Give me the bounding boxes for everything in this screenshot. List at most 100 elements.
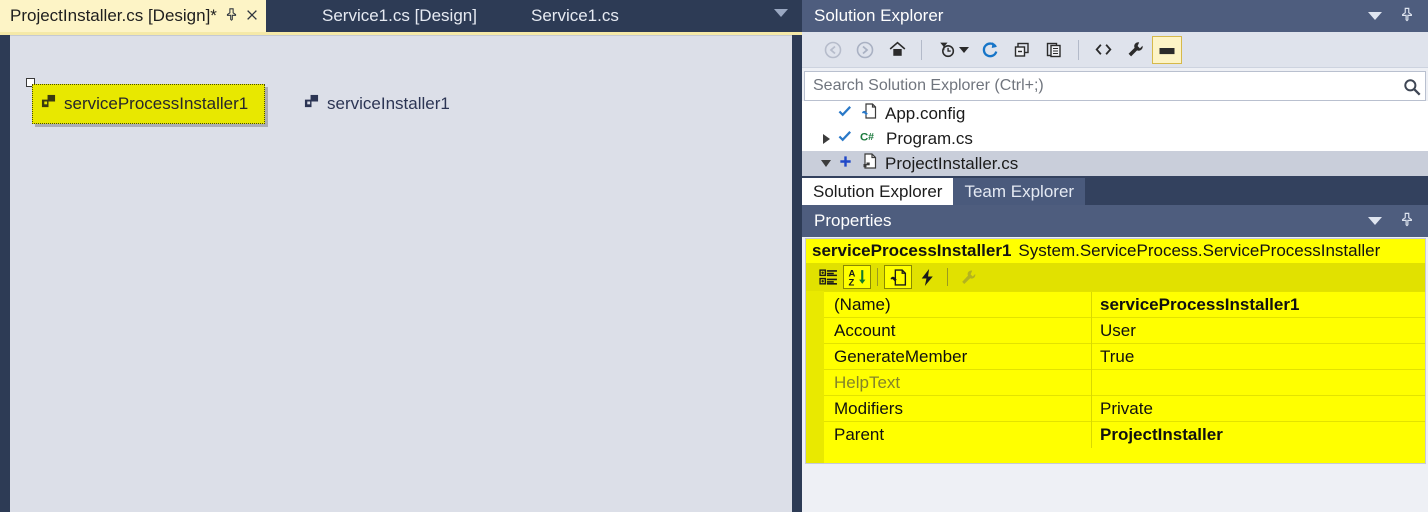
search-icon[interactable]	[1401, 76, 1423, 103]
back-button[interactable]	[818, 36, 848, 64]
refresh-button[interactable]	[975, 36, 1005, 64]
search-placeholder: Search Solution Explorer (Ctrl+;)	[813, 77, 1044, 94]
show-all-files-button[interactable]	[1039, 36, 1069, 64]
property-value[interactable]	[1091, 369, 1425, 396]
pin-icon[interactable]	[1394, 212, 1420, 230]
search-solution-explorer-box[interactable]: Search Solution Explorer (Ctrl+;)	[804, 71, 1426, 101]
events-view-button[interactable]	[913, 265, 941, 289]
installer-file-icon	[860, 152, 878, 175]
tree-item-label: App.config	[885, 103, 966, 123]
collapse-all-button[interactable]	[1007, 36, 1037, 64]
properties-grid[interactable]: (Name) serviceProcessInstaller1 Account …	[805, 291, 1426, 464]
design-component-serviceprocessinstaller1[interactable]: serviceProcessInstaller1	[32, 84, 266, 124]
chevron-down-icon[interactable]	[1368, 12, 1382, 20]
property-name: Account	[834, 320, 896, 340]
component-icon	[41, 94, 56, 114]
categorized-button[interactable]	[814, 265, 842, 289]
tab-service1-code[interactable]: Service1.cs	[521, 0, 629, 32]
checkmark-icon	[838, 129, 853, 149]
properties-view-button[interactable]	[884, 265, 912, 289]
solution-explorer-toolbar	[802, 32, 1428, 68]
tab-label: Service1.cs [Design]	[322, 6, 477, 25]
forward-button[interactable]	[850, 36, 880, 64]
property-value[interactable]: True	[1091, 343, 1425, 370]
tree-item-projectinstaller-cs[interactable]: ProjectInstaller.cs	[802, 151, 1428, 176]
properties-object-type: System.ServiceProcess.ServiceProcessInst…	[1018, 241, 1381, 260]
properties-object-name: serviceProcessInstaller1	[812, 241, 1012, 260]
tree-item-label: Program.cs	[886, 128, 973, 148]
property-value[interactable]: Private	[1091, 395, 1425, 422]
alphabetical-button[interactable]: A Z	[843, 265, 871, 289]
csharp-file-icon: C #	[860, 128, 879, 149]
solution-explorer-title: Solution Explorer	[814, 6, 944, 25]
tree-expander[interactable]	[818, 160, 834, 167]
chevron-down-icon[interactable]	[774, 9, 788, 17]
solution-explorer-tree[interactable]: App.config C # Program.cs ProjectInstall…	[802, 101, 1428, 176]
tab-solution-explorer[interactable]: Solution Explorer	[802, 178, 954, 205]
tab-service1-design[interactable]: Service1.cs [Design]	[312, 0, 487, 32]
toolbar-separator	[921, 39, 922, 60]
properties-object-selector[interactable]: serviceProcessInstaller1 System.ServiceP…	[805, 238, 1426, 263]
pending-changes-filter-button[interactable]	[931, 36, 961, 64]
component-label: serviceInstaller1	[327, 94, 450, 113]
property-row-modifiers[interactable]: Modifiers Private	[806, 395, 1425, 422]
designer-left-gutter	[0, 35, 10, 512]
property-row-helptext[interactable]: HelpText	[806, 369, 1425, 396]
designer-surface[interactable]: serviceProcessInstaller1 serviceInstalle…	[10, 35, 792, 512]
design-component-serviceinstaller1[interactable]: serviceInstaller1	[302, 91, 450, 117]
property-name: (Name)	[834, 294, 891, 314]
property-row-name[interactable]: (Name) serviceProcessInstaller1	[806, 291, 1425, 318]
chevron-down-icon[interactable]	[959, 46, 969, 53]
property-value[interactable]: User	[1091, 317, 1425, 344]
tree-expander[interactable]	[818, 133, 834, 144]
property-name: Parent	[834, 424, 885, 444]
property-row-generatemember[interactable]: GenerateMember True	[806, 343, 1425, 370]
pin-icon[interactable]	[1394, 7, 1420, 25]
close-icon[interactable]	[245, 8, 259, 25]
designer-right-edge	[792, 35, 802, 512]
svg-text:Z: Z	[848, 277, 854, 287]
toolbar-separator	[1078, 39, 1079, 60]
pin-icon[interactable]	[225, 8, 238, 24]
property-value[interactable]: ProjectInstaller	[1091, 421, 1425, 448]
tree-item-app-config[interactable]: App.config	[802, 101, 1428, 126]
tab-team-explorer[interactable]: Team Explorer	[953, 178, 1086, 205]
properties-header: Properties	[802, 205, 1428, 237]
home-button[interactable]	[882, 36, 912, 64]
component-icon	[304, 94, 319, 114]
designer-pane: ProjectInstaller.cs [Design]* Service1.c…	[0, 0, 802, 512]
checkmark-icon	[838, 104, 853, 124]
tab-label: ProjectInstaller.cs [Design]*	[10, 6, 217, 25]
chevron-down-icon[interactable]	[1368, 217, 1382, 225]
solution-explorer-bottom-tabs: Solution Explorer Team Explorer	[802, 176, 1428, 205]
svg-text:C: C	[860, 132, 868, 144]
tree-item-program-cs[interactable]: C # Program.cs	[802, 126, 1428, 151]
property-pages-button	[954, 265, 982, 289]
tab-label: Team Explorer	[964, 181, 1075, 201]
properties-grid-filler	[806, 447, 1425, 463]
toolbar-separator	[877, 268, 878, 286]
toolbar-separator	[947, 268, 948, 286]
property-row-account[interactable]: Account User	[806, 317, 1425, 344]
property-name: GenerateMember	[834, 346, 968, 366]
preview-selected-items-button[interactable]	[1152, 35, 1182, 64]
properties-panel: Properties serviceProcessInstaller1 Syst…	[802, 205, 1428, 464]
config-file-icon	[860, 102, 878, 125]
properties-grid-left-margin	[806, 291, 824, 463]
right-dock-column: Solution Explorer Search Solution Explor…	[802, 0, 1428, 512]
plus-icon	[838, 154, 853, 174]
property-value[interactable]: serviceProcessInstaller1	[1091, 291, 1425, 318]
property-name: HelpText	[834, 372, 901, 392]
tab-projectinstaller-design[interactable]: ProjectInstaller.cs [Design]*	[0, 0, 266, 32]
view-code-button[interactable]	[1088, 36, 1118, 64]
tab-label: Service1.cs	[531, 6, 619, 25]
tree-item-label: ProjectInstaller.cs	[885, 153, 1019, 173]
visual-studio-window: ProjectInstaller.cs [Design]* Service1.c…	[0, 0, 1428, 512]
properties-toolbar: A Z	[805, 263, 1426, 291]
solution-explorer-header: Solution Explorer	[802, 0, 1428, 32]
properties-title: Properties	[814, 211, 892, 230]
tab-label: Solution Explorer	[813, 181, 943, 201]
properties-button[interactable]	[1120, 36, 1150, 64]
property-row-parent[interactable]: Parent ProjectInstaller	[806, 421, 1425, 448]
svg-text:#: #	[868, 132, 874, 143]
